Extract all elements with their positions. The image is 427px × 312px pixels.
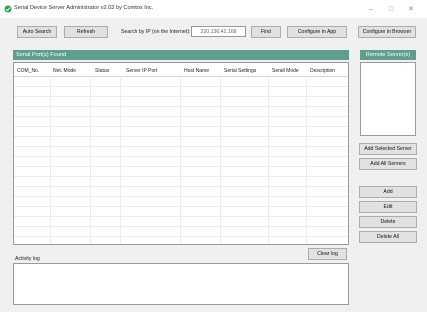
refresh-button[interactable]: Refresh [64, 26, 108, 38]
delete-all-button[interactable]: Delete All [359, 231, 417, 243]
col-serial-settings[interactable]: Serial Settings [224, 66, 256, 76]
col-description[interactable]: Description [310, 66, 335, 76]
close-button[interactable]: ✕ [402, 2, 420, 16]
grid-col-line [268, 76, 269, 244]
ip-address-input[interactable]: 220.136.42.168 [191, 26, 246, 37]
maximize-button[interactable]: □ [382, 2, 400, 16]
title-bar: Serial Device Server Administrator v2.03… [0, 0, 427, 18]
grid-row-line [14, 156, 348, 157]
col-com-no[interactable]: COM_No. [17, 66, 39, 76]
col-server-ip-port[interactable]: Server IP Port [126, 66, 157, 76]
grid-col-line [220, 76, 221, 244]
activity-log-label: Activity log [15, 256, 40, 262]
grid-row-line [14, 226, 348, 227]
grid-row-line [14, 176, 348, 177]
col-serial-mode[interactable]: Serall Mode [272, 66, 299, 76]
col-status[interactable]: Status [95, 66, 109, 76]
grid-col-line [90, 76, 91, 244]
grid-col-line [180, 76, 181, 244]
app-logo-icon [4, 5, 12, 13]
configure-in-app-button[interactable]: Configure in App [287, 26, 347, 38]
remote-servers-list[interactable] [360, 62, 416, 136]
col-host-name[interactable]: Host Name [184, 66, 209, 76]
grid-row-line [14, 216, 348, 217]
serial-ports-header: Serial Port(s) Found [13, 50, 349, 60]
grid-col-line [120, 76, 121, 244]
serial-ports-table[interactable] [13, 62, 349, 245]
grid-row-line [14, 196, 348, 197]
activity-log-area[interactable] [13, 263, 349, 305]
find-button[interactable]: Find [251, 26, 281, 38]
grid-row-line [14, 126, 348, 127]
grid-row-line [14, 186, 348, 187]
edit-button[interactable]: Edit [359, 201, 417, 213]
grid-row-line [14, 116, 348, 117]
grid-row-line [14, 146, 348, 147]
add-all-servers-button[interactable]: Add All Servers [359, 158, 417, 170]
grid-row-line [14, 96, 348, 97]
grid-col-line [306, 76, 307, 244]
add-selected-server-button[interactable]: Add Selected Server [359, 143, 417, 155]
clear-log-button[interactable]: Clear log [308, 248, 347, 260]
window-title: Serial Device Server Administrator v2.03… [14, 5, 154, 11]
grid-row-line [14, 206, 348, 207]
grid-row-line [14, 86, 348, 87]
auto-search-button[interactable]: Auto Search [17, 26, 57, 38]
col-net-mode[interactable]: Net. Mode [53, 66, 76, 76]
minimize-button[interactable]: – [362, 2, 380, 16]
remote-servers-header: Remote Server(s) [360, 50, 416, 60]
delete-button[interactable]: Delete [359, 216, 417, 228]
grid-col-line [50, 76, 51, 244]
add-button[interactable]: Add [359, 186, 417, 198]
grid-row-line [14, 136, 348, 137]
configure-in-browser-button[interactable]: Configure in Browser [358, 26, 416, 38]
grid-row-line [14, 106, 348, 107]
grid-row-line [14, 236, 348, 237]
search-by-ip-label: Search by IP (on the Internet): [121, 29, 191, 35]
grid-row-line [14, 166, 348, 167]
header-divider [14, 76, 348, 77]
